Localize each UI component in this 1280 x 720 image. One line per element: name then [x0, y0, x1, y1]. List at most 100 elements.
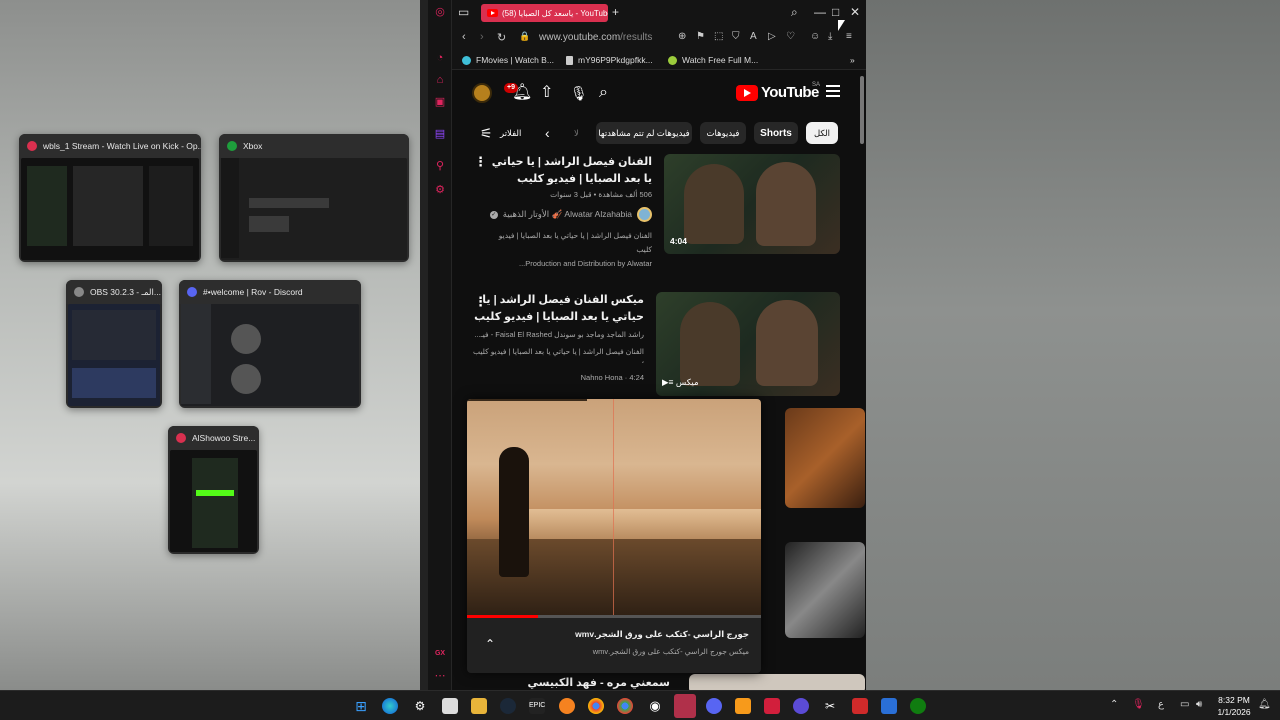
app-icon[interactable] [793, 698, 809, 714]
app-icon[interactable] [764, 698, 780, 714]
notification-bell-icon[interactable]: 🔔︎ [1258, 699, 1271, 710]
obs-icon[interactable]: ◉ [647, 698, 663, 714]
zoom-icon[interactable]: ⊕ [678, 31, 686, 42]
chip-unwatched[interactable]: فيديوهات لم تتم مشاهدتها [596, 122, 692, 144]
video-result[interactable]: 4:04 الفنان فيصل الراشد | يا حياتي يا بع… [466, 154, 840, 284]
avatar[interactable] [472, 83, 492, 103]
expand-chevron-icon[interactable]: ⌃ [485, 637, 495, 651]
clock[interactable]: 8:32 PM 1/1/2026 [1212, 694, 1256, 718]
taskview-window-kick[interactable]: wbls_1 Stream - Watch Live on Kick - Op.… [19, 134, 201, 262]
twitch-icon[interactable]: ▤ [434, 128, 446, 140]
video-thumbnail[interactable] [785, 408, 865, 508]
gx-label: GX [434, 650, 446, 657]
chip-videos[interactable]: فيديوهات [700, 122, 746, 144]
taskview-window-discord[interactable]: #•welcome | Rov - Discord [179, 280, 361, 408]
back-icon[interactable]: ‹ [462, 31, 466, 43]
xbox-icon[interactable] [910, 698, 926, 714]
app-icon[interactable] [881, 698, 897, 714]
bookmark-icon[interactable]: ⚑ [696, 31, 705, 42]
tab-menu-icon[interactable]: ▭ [458, 5, 469, 19]
settings-icon[interactable]: ⚙ [412, 698, 428, 714]
taskview-window-alshowoo[interactable]: AlShowoo Stre... [168, 426, 259, 554]
tray-overflow-icon[interactable]: ⌃ [1110, 699, 1118, 710]
mix-result[interactable]: ▶≡ ميكس ميكس الفنان فيصل الراشد | يا حيا… [466, 292, 840, 398]
chrome-profile-icon[interactable] [617, 698, 633, 714]
url-field[interactable]: www.youtube.com/results [539, 32, 652, 43]
more-options-icon[interactable]: ⋮ [474, 294, 487, 310]
search-icon[interactable]: ⌕ [599, 84, 608, 102]
messenger-icon[interactable]: ▣ [434, 96, 446, 108]
volume-icon[interactable]: 🔊︎ [1196, 699, 1202, 710]
filter-sliders-icon[interactable]: ⚟ [480, 124, 493, 142]
profile-icon[interactable]: ☺ [810, 31, 820, 42]
video-thumbnail[interactable] [689, 674, 865, 690]
tab-youtube[interactable]: (58) ياسعد كل الصبايا - YouTube [481, 4, 608, 22]
settings-icon[interactable]: ⚙ [434, 184, 446, 196]
bookmarks-overflow-icon[interactable]: » [850, 55, 855, 65]
video-thumbnail[interactable]: 4:04 [664, 154, 840, 254]
mini-player-progress[interactable] [467, 615, 761, 618]
store-icon[interactable] [442, 698, 458, 714]
network-icon[interactable]: ▭ [1180, 699, 1189, 710]
chip-shorts[interactable]: Shorts [754, 122, 798, 144]
play-icon[interactable]: ▷ [768, 31, 776, 42]
maximize-icon[interactable]: □ [832, 5, 839, 19]
chip-partial[interactable]: لا [574, 128, 579, 139]
youtube-wordmark: YouTube [761, 84, 819, 101]
hamburger-menu-icon[interactable] [826, 85, 840, 97]
upload-icon[interactable]: ⇧ [540, 84, 553, 102]
channel-row[interactable]: Alwatar Alzahabia 🎻 الأوتار الذهبية ✓ [482, 207, 652, 222]
taskview-window-xbox[interactable]: Xbox [219, 134, 409, 262]
mini-player-video[interactable] [467, 399, 761, 617]
new-tab-icon[interactable]: + [612, 5, 619, 19]
more-options-icon[interactable]: ⋮ [474, 154, 487, 170]
microphone-icon[interactable]: 🎙︎ [1132, 699, 1145, 710]
vlc-icon[interactable] [735, 698, 751, 714]
bookmark-watchfree[interactable]: Watch Free Full M... [668, 55, 758, 65]
start-icon[interactable]: ⊞ [353, 698, 369, 714]
app-icon[interactable] [852, 698, 868, 714]
translate-icon[interactable]: A [750, 31, 757, 42]
close-icon[interactable]: ✕ [850, 5, 860, 19]
origin-icon[interactable] [559, 698, 575, 714]
forward-icon[interactable]: › [480, 31, 484, 43]
video-title[interactable]: سمعني مره - فهد الكبيسي [528, 676, 670, 689]
shield-icon[interactable]: ⛉ [732, 31, 740, 42]
folder-icon[interactable] [471, 698, 487, 714]
epic-icon[interactable]: EPIC [529, 698, 545, 714]
taskview-window-obs[interactable]: OBS 30.2.3 - المـ... [66, 280, 162, 408]
mix-title[interactable]: ميكس الفنان فيصل الراشد | يا حياتي يا بع… [472, 292, 644, 326]
microphone-icon[interactable]: 🎙︎ [570, 84, 588, 102]
minimize-icon[interactable]: — [814, 5, 826, 19]
capcut-icon[interactable]: ✂ [822, 698, 838, 714]
easy-setup-icon[interactable]: ≡ [846, 31, 852, 42]
opera-gx-taskbar-icon[interactable] [674, 694, 696, 718]
mix-thumbnail[interactable]: ▶≡ ميكس [656, 292, 840, 396]
youtube-logo[interactable]: YouTube SA [736, 82, 821, 101]
snapshot-icon[interactable]: ⬚ [714, 31, 723, 42]
chip-all[interactable]: الكل [806, 122, 838, 144]
opera-logo-icon[interactable]: ◎ [434, 6, 446, 18]
steam-icon[interactable] [500, 698, 516, 714]
reload-icon[interactable]: ↻ [497, 31, 506, 44]
input-language[interactable]: ع [1158, 699, 1164, 710]
heart-icon[interactable]: ♡ [786, 31, 795, 42]
country-code: SA [812, 82, 821, 88]
search-tabs-icon[interactable]: ⌕ [791, 5, 798, 19]
speed-dial-icon[interactable]: ◔ [434, 52, 446, 64]
page-scrollbar[interactable] [860, 76, 864, 144]
video-thumbnail[interactable] [785, 542, 865, 638]
gx-corner-icon[interactable]: ⌂ [434, 74, 446, 86]
pin-icon[interactable]: ⚲ [434, 160, 446, 172]
bookmark-page[interactable]: mY96P9Pkdgpfkk... [566, 55, 653, 65]
discord-icon[interactable] [706, 698, 722, 714]
mini-player[interactable]: ⌃ جورج الراسي -كتكب على ورق الشجر.wmv مي… [467, 399, 761, 673]
download-icon[interactable]: ⤓ [828, 31, 832, 42]
bookmark-fmovies[interactable]: FMovies | Watch B... [462, 55, 554, 65]
chrome-icon[interactable] [588, 698, 604, 714]
filters-label[interactable]: الفلاتر [500, 128, 521, 139]
edge-icon[interactable] [382, 698, 398, 714]
more-icon[interactable]: ⋯ [434, 670, 446, 682]
video-title[interactable]: الفنان فيصل الراشد | يا حياتي يا بعد الص… [482, 154, 652, 188]
chevron-left-icon[interactable]: ‹ [545, 124, 550, 142]
